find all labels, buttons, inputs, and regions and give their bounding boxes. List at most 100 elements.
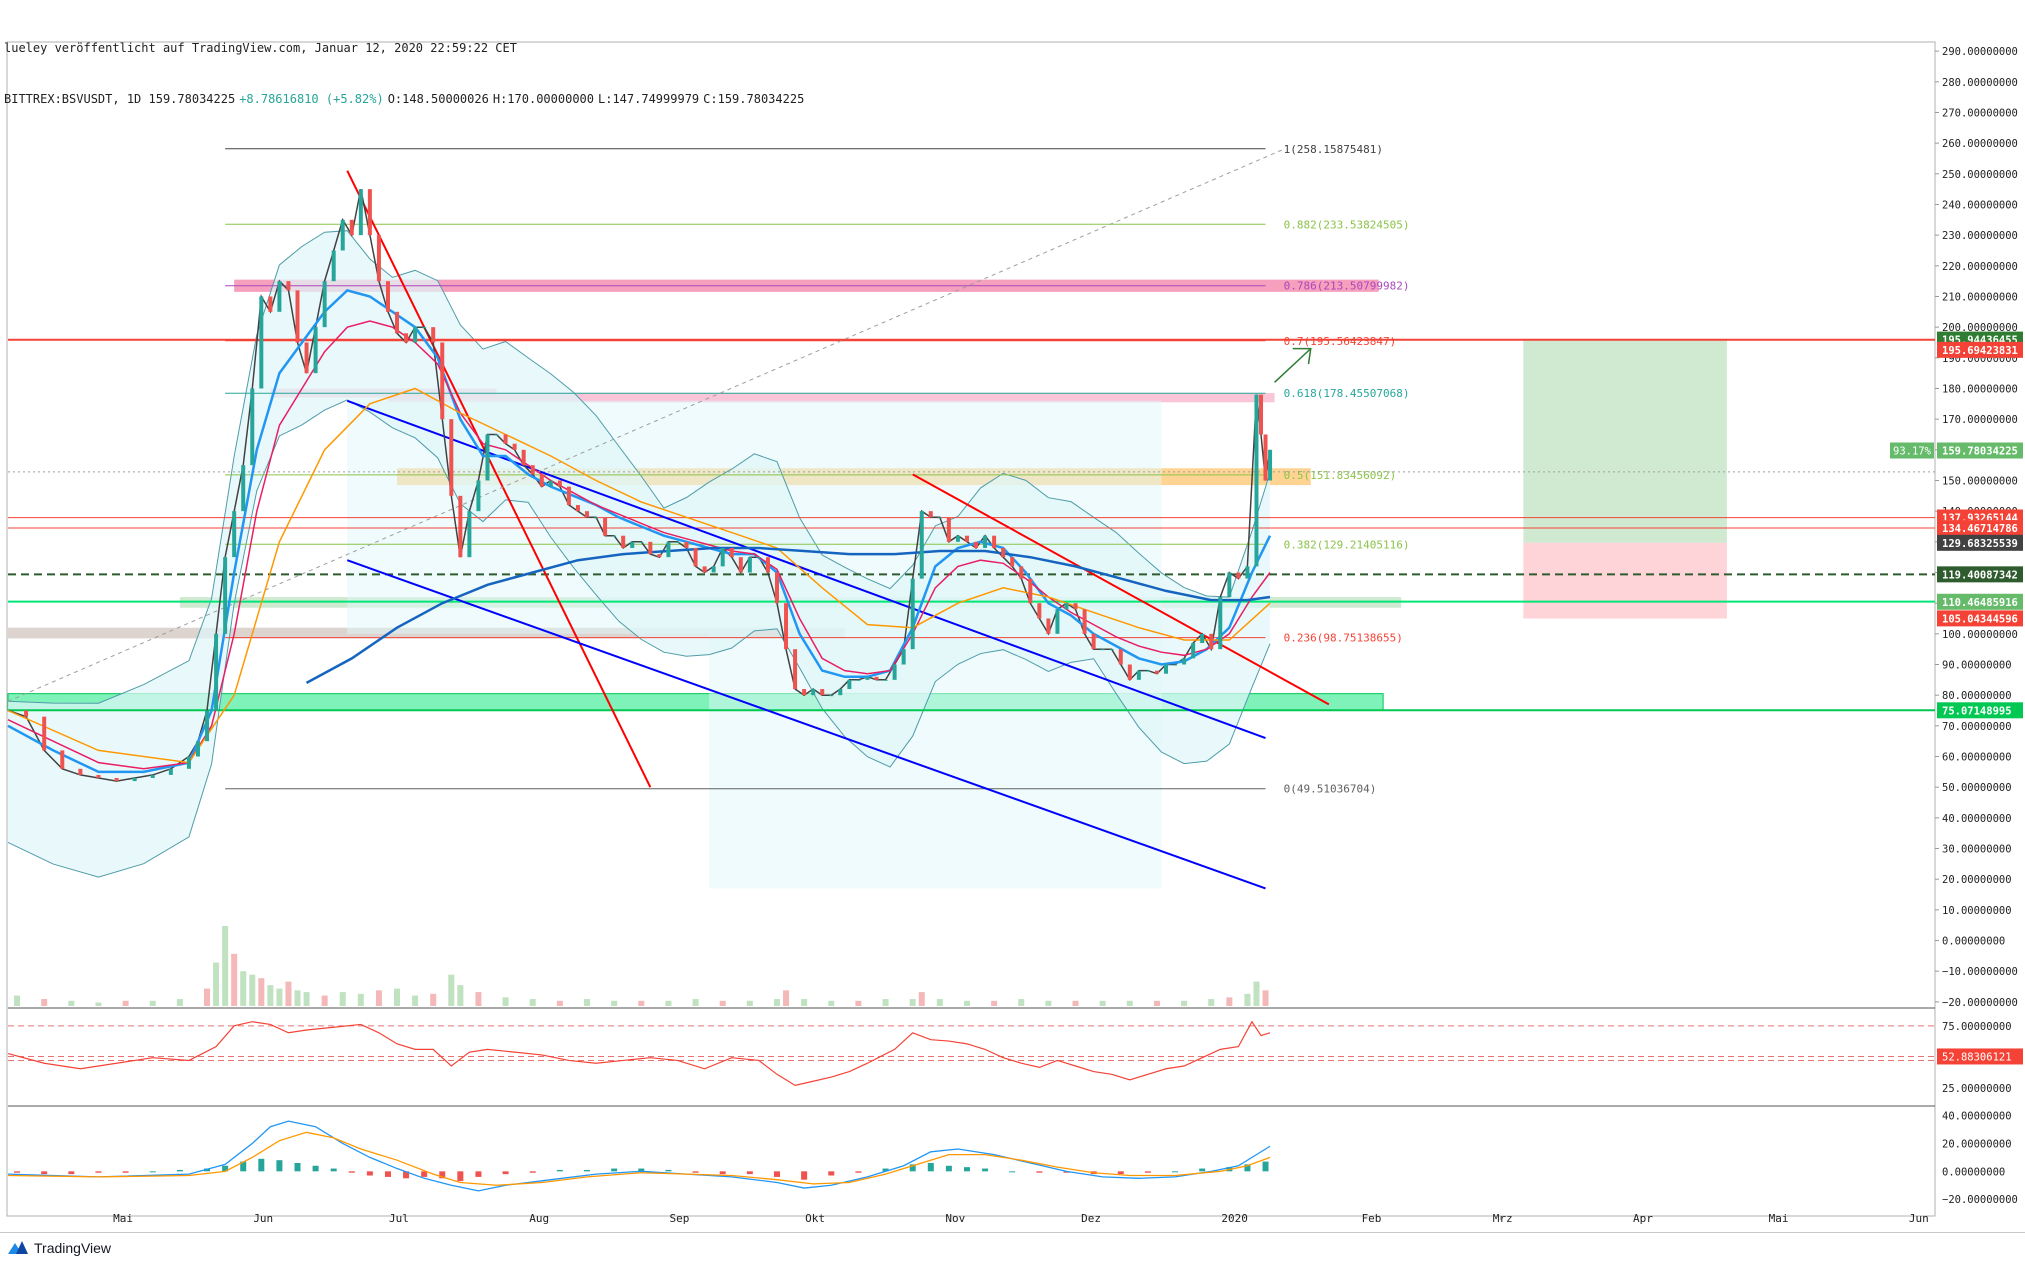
y-tick-label: 50.00000000: [1942, 782, 2012, 794]
macd-histogram-bar: [330, 1168, 337, 1172]
y-tick-label: 230.00000000: [1942, 230, 2018, 242]
y-tick-label: 250.00000000: [1942, 169, 2018, 181]
candle: [422, 327, 427, 329]
candle: [241, 465, 246, 512]
volume-bar: [294, 990, 301, 1006]
candle: [738, 557, 743, 573]
price-badge-text: 119.40087342: [1942, 569, 2018, 581]
candle: [919, 511, 924, 579]
candle: [657, 554, 662, 558]
candle: [711, 566, 716, 573]
y-tick-label: 210.00000000: [1942, 291, 2018, 303]
candle: [1028, 578, 1033, 604]
volume-bar: [149, 1000, 156, 1006]
macd-histogram-bar: [95, 1171, 102, 1173]
fib-label-5: 0.5(151.83456092): [1284, 469, 1397, 482]
candle: [485, 434, 490, 481]
volume-bar: [249, 974, 256, 1006]
y-tick-label: 220.00000000: [1942, 261, 2018, 273]
candle: [395, 311, 400, 334]
macd-histogram-bar: [294, 1162, 301, 1172]
candle: [747, 557, 752, 573]
x-tick-label: Dez: [1081, 1212, 1101, 1225]
candle: [60, 750, 65, 769]
volume-bar: [1018, 999, 1025, 1006]
macd-histogram-bar: [384, 1171, 391, 1177]
volume-bar: [222, 926, 229, 1006]
x-tick-label: Jul: [389, 1212, 409, 1225]
candle: [530, 465, 535, 475]
x-tick-label: 2020: [1221, 1212, 1248, 1225]
candle: [186, 756, 191, 769]
volume-bar: [918, 992, 925, 1006]
volume-bar: [611, 1000, 618, 1006]
macd-histogram-bar: [41, 1171, 48, 1175]
volume-bar: [963, 1000, 970, 1006]
macd-axis-label: −20.00000000: [1942, 1194, 2018, 1206]
macd-histogram-bar: [475, 1171, 482, 1177]
y-tick-label: 270.00000000: [1942, 107, 2018, 119]
macd-histogram-bar: [1009, 1171, 1016, 1173]
candle: [449, 419, 454, 496]
candle: [1259, 394, 1264, 435]
candle: [594, 517, 599, 519]
macd-histogram-bar: [665, 1169, 672, 1172]
volume-bar: [556, 1000, 563, 1006]
macd-histogram-bar: [746, 1171, 753, 1175]
candle: [1236, 572, 1241, 579]
macd-histogram-bar: [421, 1171, 428, 1177]
volume-bar: [122, 1000, 129, 1006]
candle: [1064, 603, 1069, 610]
macd-histogram-bar: [855, 1171, 862, 1173]
candle: [277, 281, 282, 312]
candle: [1209, 633, 1214, 650]
macd-histogram-bar: [801, 1171, 808, 1180]
candle: [304, 342, 309, 374]
macd-histogram-bar: [963, 1167, 970, 1172]
candle: [793, 649, 798, 690]
high-label: H:170.00000000: [492, 92, 594, 106]
macd-histogram-bar: [348, 1171, 355, 1173]
volume-bar: [285, 981, 292, 1006]
macd-histogram-bar: [1199, 1168, 1206, 1172]
candle: [503, 434, 508, 444]
y-tick-label: 170.00000000: [1942, 414, 2018, 426]
volume-bar: [213, 962, 220, 1006]
candle: [1254, 394, 1259, 567]
volume-bar: [1262, 990, 1269, 1006]
candle: [630, 541, 635, 548]
candle: [268, 296, 273, 312]
candle: [585, 511, 590, 518]
candle: [983, 535, 988, 548]
candle: [784, 603, 789, 650]
candle: [548, 480, 553, 487]
volume-bar: [584, 999, 591, 1006]
volume-bar: [204, 988, 211, 1006]
macd-histogram-bar: [529, 1171, 536, 1173]
candle: [78, 768, 83, 775]
volume-bar: [276, 988, 283, 1006]
candle: [693, 547, 698, 567]
candle: [1218, 597, 1223, 650]
y-tick-label: 40.00000000: [1942, 813, 2012, 825]
candle: [494, 434, 499, 436]
chart-canvas[interactable]: 1(258.15875481) 0.882(233.53824505) 0.786(…: [0, 0, 2025, 1232]
candle: [648, 541, 653, 555]
candle: [1127, 664, 1132, 680]
candle: [1100, 649, 1105, 651]
volume-bar: [828, 1000, 835, 1006]
candle: [1019, 566, 1024, 579]
long-position-target-box: [1523, 339, 1727, 543]
volume-bar: [1253, 981, 1260, 1006]
volume-bar: [855, 1000, 862, 1006]
volume-bar: [936, 999, 943, 1006]
y-tick-label: 180.00000000: [1942, 383, 2018, 395]
candle: [612, 535, 617, 537]
y-tick-label: 30.00000000: [1942, 844, 2012, 856]
change-label: +8.78616810 (+5.82%): [239, 92, 384, 106]
volume-bar: [475, 992, 482, 1006]
volume-bar: [773, 999, 780, 1006]
y-tick-label: 150.00000000: [1942, 475, 2018, 487]
tradingview-brand[interactable]: TradingView: [8, 1240, 111, 1256]
macd-histogram-bar: [176, 1169, 183, 1172]
